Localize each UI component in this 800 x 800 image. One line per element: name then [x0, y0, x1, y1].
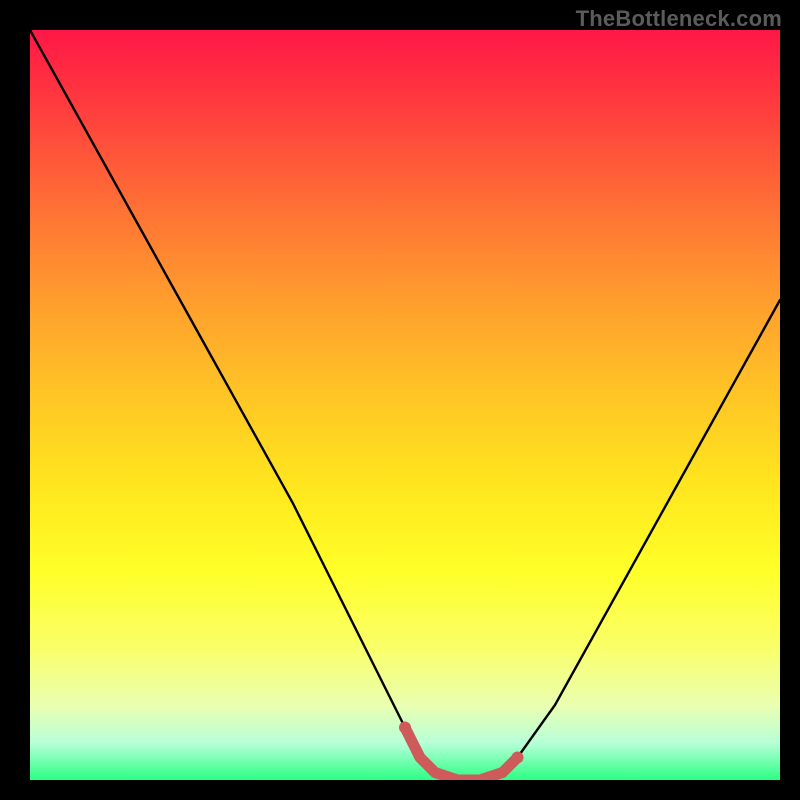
curve-highlight	[405, 728, 518, 781]
curve-line	[30, 30, 780, 780]
chart-container: TheBottleneck.com	[0, 0, 800, 800]
watermark-text: TheBottleneck.com	[576, 6, 782, 32]
highlight-endpoint	[512, 752, 524, 764]
chart-svg	[30, 30, 780, 780]
chart-highlight-group	[399, 722, 524, 781]
highlight-endpoint	[399, 722, 411, 734]
chart-line-group	[30, 30, 780, 780]
plot-area	[30, 30, 780, 780]
